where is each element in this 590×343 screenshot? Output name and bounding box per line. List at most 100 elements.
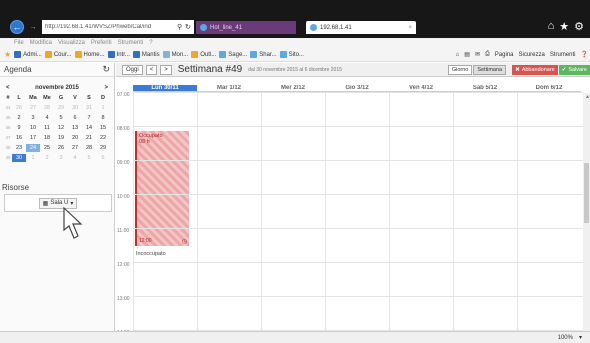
next-week-button[interactable]: > xyxy=(160,64,172,75)
mini-calendar-day[interactable]: 28 xyxy=(40,104,54,112)
mini-calendar-day[interactable]: 6 xyxy=(96,154,110,162)
favorite-item[interactable]: Cour... xyxy=(44,51,72,58)
mini-calendar-day[interactable]: 30 xyxy=(68,104,82,112)
mini-calendar-day[interactable]: 26 xyxy=(12,104,26,112)
day-header[interactable]: Lun 30/11 xyxy=(133,85,197,92)
mini-calendar-day[interactable]: 27 xyxy=(26,104,40,112)
command-pagina[interactable]: Pagina xyxy=(495,52,514,58)
day-header[interactable]: Mar 1/12 xyxy=(197,85,261,92)
search-icon[interactable]: ⚲ xyxy=(177,23,182,31)
mini-calendar-day[interactable]: 14 xyxy=(82,124,96,132)
mini-calendar-day[interactable]: 24 xyxy=(26,144,40,152)
day-header[interactable]: Sab 5/12 xyxy=(453,85,517,92)
favorite-item[interactable]: Mantis xyxy=(132,51,160,58)
menu-preferiti[interactable]: Preferiti xyxy=(91,40,112,46)
forward-button[interactable]: → xyxy=(28,22,38,32)
chevron-down-icon[interactable]: ▾ xyxy=(579,334,582,341)
day-header[interactable]: Gio 3/12 xyxy=(325,85,389,92)
today-button[interactable]: Oggi xyxy=(122,64,143,75)
mini-calendar-day[interactable]: 9 xyxy=(12,124,26,132)
mini-calendar-day[interactable]: 7 xyxy=(82,114,96,122)
day-header[interactable]: Dom 6/12 xyxy=(517,85,581,92)
print-icon[interactable]: ⎙ xyxy=(485,51,490,58)
favorite-item[interactable]: Mon... xyxy=(162,51,188,58)
favorite-item[interactable]: Outl... xyxy=(191,51,216,58)
mini-calendar-day[interactable]: 27 xyxy=(68,144,82,152)
home-page-icon[interactable]: ⌂ xyxy=(456,52,460,58)
event2-title[interactable]: Incoccupato xyxy=(136,251,166,257)
mini-calendar-day[interactable]: 13 xyxy=(68,124,82,132)
close-icon[interactable]: × xyxy=(408,25,412,31)
prev-week-button[interactable]: < xyxy=(145,64,158,75)
mini-calendar-day[interactable]: 31 xyxy=(82,104,96,112)
day-header[interactable]: Ven 4/12 xyxy=(389,85,453,92)
view-day-button[interactable]: Giorno xyxy=(447,64,473,75)
mini-calendar-day[interactable]: 18 xyxy=(40,134,54,142)
mini-calendar-day[interactable]: 28 xyxy=(82,144,96,152)
mini-calendar-day[interactable]: 12 xyxy=(54,124,68,132)
save-button[interactable]: ✔ Salvare xyxy=(558,64,590,75)
mini-calendar-day[interactable]: 30 xyxy=(12,154,26,162)
menu-strumenti[interactable]: Strumenti xyxy=(118,40,144,46)
favorite-item[interactable]: Intr... xyxy=(107,51,130,58)
mini-calendar-day[interactable]: 10 xyxy=(26,124,40,132)
mail-icon[interactable]: ✉ xyxy=(475,51,480,58)
mini-calendar-day[interactable]: 5 xyxy=(54,114,68,122)
favorite-item[interactable]: Sito... xyxy=(279,51,304,58)
view-week-button[interactable]: Settimana xyxy=(473,64,507,75)
favorites-star-icon[interactable]: ★ xyxy=(4,50,11,59)
mini-calendar-day[interactable]: 17 xyxy=(26,134,40,142)
home-icon[interactable]: ⌂ xyxy=(548,20,555,33)
tab-active[interactable]: 192.68.1.41 × xyxy=(306,21,416,34)
address-bar[interactable]: http://192.68.1.41/WVSZ/Phweb/Cal/ind ⚲ … xyxy=(42,20,194,34)
next-month-button[interactable]: > xyxy=(104,85,108,91)
back-button[interactable]: ← xyxy=(10,20,24,34)
mini-calendar-day[interactable]: 4 xyxy=(68,154,82,162)
cancel-button[interactable]: ✖ Abbandonare xyxy=(512,64,558,75)
menu-help[interactable]: ? xyxy=(149,40,152,46)
mini-calendar-day[interactable]: 16 xyxy=(12,134,26,142)
star-icon[interactable]: ★ xyxy=(559,20,569,33)
tab-hotline[interactable]: Hot_line_41 xyxy=(196,21,296,34)
menu-visualizza[interactable]: Visualizza xyxy=(58,40,85,46)
mini-calendar-day[interactable]: 26 xyxy=(54,144,68,152)
mini-calendar-day[interactable]: 29 xyxy=(54,104,68,112)
mini-calendar-day[interactable]: 1 xyxy=(26,154,40,162)
day-header[interactable]: Mer 2/12 xyxy=(261,85,325,92)
favorite-item[interactable]: Shar... xyxy=(250,51,277,58)
scrollbar-thumb[interactable] xyxy=(584,163,589,223)
mini-calendar-day[interactable]: 4 xyxy=(40,114,54,122)
vertical-scrollbar[interactable] xyxy=(583,93,590,331)
favorite-item[interactable]: Sage... xyxy=(219,51,247,58)
mini-calendar-day[interactable]: 15 xyxy=(96,124,110,132)
mini-calendar-day[interactable]: 8 xyxy=(96,114,110,122)
mini-calendar-day[interactable]: 29 xyxy=(96,144,110,152)
mini-calendar-day[interactable]: 20 xyxy=(68,134,82,142)
mini-calendar-day[interactable]: 19 xyxy=(54,134,68,142)
mini-calendar-day[interactable]: 22 xyxy=(96,134,110,142)
mini-calendar-day[interactable]: 5 xyxy=(82,154,96,162)
mini-calendar-day[interactable]: 25 xyxy=(40,144,54,152)
mini-calendar-day[interactable]: 1 xyxy=(96,104,110,112)
zoom-level[interactable]: 100% xyxy=(558,335,573,341)
mini-calendar-day[interactable]: 2 xyxy=(12,114,26,122)
feeds-icon[interactable]: ▤ xyxy=(464,51,470,58)
mini-calendar-day[interactable]: 6 xyxy=(68,114,82,122)
menu-file[interactable]: File xyxy=(14,40,24,46)
mini-calendar-day[interactable]: 3 xyxy=(26,114,40,122)
command-sicurezza[interactable]: Sicurezza xyxy=(518,52,544,58)
command-strumenti[interactable]: Strumenti xyxy=(550,52,576,58)
favorite-item[interactable]: Admi... xyxy=(14,51,42,58)
mini-calendar-day[interactable]: 11 xyxy=(40,124,54,132)
mini-calendar-day[interactable]: 2 xyxy=(40,154,54,162)
refresh-icon[interactable]: ↻ xyxy=(102,64,110,75)
scroll-up-icon[interactable]: ▲ xyxy=(585,94,590,100)
mini-calendar-day[interactable]: 3 xyxy=(54,154,68,162)
mini-calendar-day[interactable]: 21 xyxy=(82,134,96,142)
prev-month-button[interactable]: < xyxy=(6,85,10,91)
mini-calendar-day[interactable]: 23 xyxy=(12,144,26,152)
favorite-item[interactable]: Home... xyxy=(74,51,105,58)
menu-modifica[interactable]: Modifica xyxy=(30,40,52,46)
refresh-icon[interactable]: ↻ xyxy=(185,23,191,31)
help-icon[interactable]: ❓ xyxy=(581,51,588,58)
